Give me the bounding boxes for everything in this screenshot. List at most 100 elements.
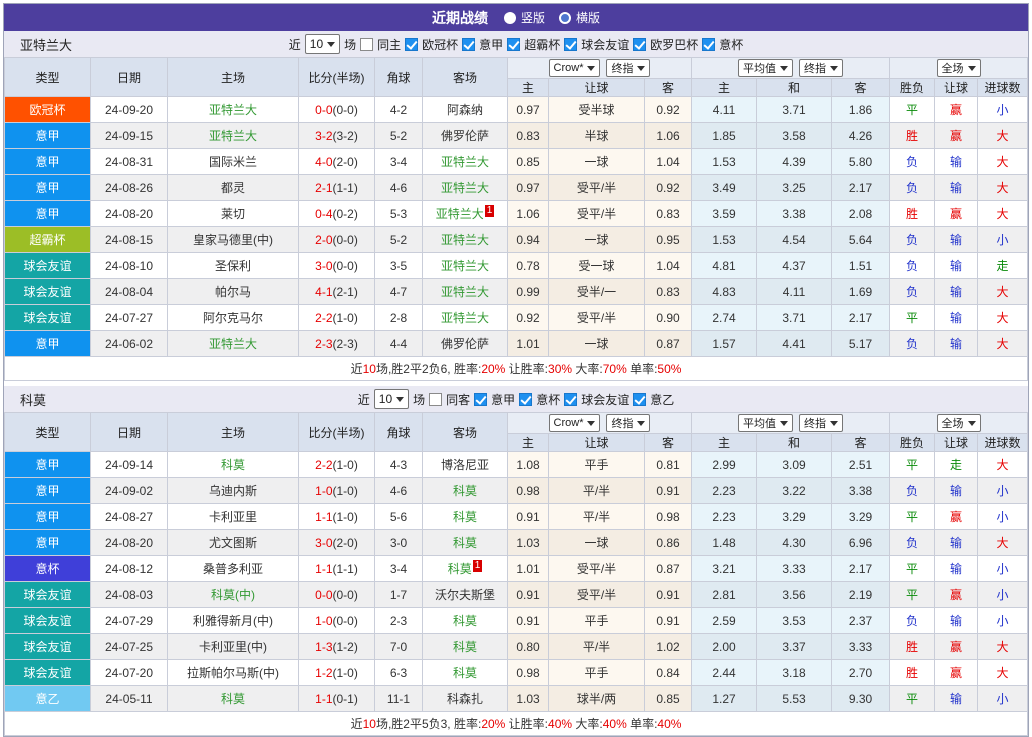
radio-selected-icon[interactable]	[504, 12, 516, 24]
odds-away: 0.83	[645, 201, 692, 227]
league-checkbox[interactable]	[462, 38, 475, 51]
avg-home: 1.27	[692, 686, 757, 712]
odds-home: 0.91	[508, 608, 549, 634]
radio-label: 横版	[576, 9, 600, 26]
league-checkbox[interactable]	[702, 38, 715, 51]
league-checkbox[interactable]	[507, 38, 520, 51]
league-badge: 球会友谊	[5, 582, 91, 608]
league-checkbox[interactable]	[564, 38, 577, 51]
league-checkbox[interactable]	[564, 393, 577, 406]
col-header-away: 客场	[423, 413, 508, 452]
scope-select[interactable]: 全场	[937, 414, 981, 432]
result-value: 输	[950, 259, 962, 273]
league-checkbox[interactable]	[474, 393, 487, 406]
away-team: 佛罗伦萨	[423, 331, 508, 357]
odds-index-select[interactable]: 终指	[606, 414, 650, 432]
odds-handicap: 平/半	[549, 504, 645, 530]
home-team-name: 乌迪内斯	[209, 484, 257, 498]
red-card-badge: 1	[485, 205, 495, 217]
league-badge: 意乙	[5, 686, 91, 712]
match-date: 24-08-20	[91, 201, 168, 227]
match-row: 球会友谊24-07-29利雅得新月(中)1-0(0-0)2-3科莫0.91平手0…	[5, 608, 1028, 634]
avg-draw: 3.29	[757, 504, 832, 530]
result-value: 小	[997, 484, 1009, 498]
fulltime-score: 0-0	[315, 588, 332, 602]
league-checkbox[interactable]	[633, 38, 646, 51]
away-team: 科莫	[423, 660, 508, 686]
home-team-name: 卡利亚里	[209, 510, 257, 524]
match-date: 24-07-20	[91, 660, 168, 686]
fulltime-score: 1-1	[315, 510, 332, 524]
away-team-name: 科莫	[453, 484, 477, 498]
avg-away: 2.17	[832, 556, 890, 582]
scope-dropdown-cell: 全场	[890, 58, 1028, 79]
home-team-name: 圣保利	[215, 259, 251, 273]
avg-dropdown-cell: 平均值 终指	[692, 413, 890, 434]
result-value: 平	[906, 311, 918, 325]
result-value: 输	[950, 181, 962, 195]
result-winloss: 负	[890, 227, 935, 253]
score-cell: 1-2(1-0)	[299, 660, 375, 686]
league-checkbox[interactable]	[519, 393, 532, 406]
odds-source-select[interactable]: Crow*	[549, 59, 601, 77]
avg-away: 6.96	[832, 530, 890, 556]
recent-results-panel: 近期战绩 竖版 横版 亚特兰大 近 10 场 同主 欧冠杯意甲超霸杯球会友谊欧罗…	[3, 3, 1029, 737]
away-team-name: 亚特兰大	[441, 285, 489, 299]
col-header-home: 主场	[168, 413, 299, 452]
odds-index-select[interactable]: 终指	[606, 59, 650, 77]
avg-index-select[interactable]: 终指	[799, 59, 843, 77]
same-venue-checkbox[interactable]	[360, 38, 373, 51]
away-team-name: 科莫	[453, 536, 477, 550]
odds-home: 0.99	[508, 279, 549, 305]
result-value: 小	[997, 103, 1009, 117]
league-checkbox-label: 意乙	[650, 391, 674, 408]
radio-unselected-icon[interactable]	[559, 12, 571, 24]
result-handicap: 输	[935, 305, 978, 331]
odds-away: 0.87	[645, 556, 692, 582]
match-count-select[interactable]: 10	[305, 34, 340, 54]
result-winloss: 负	[890, 530, 935, 556]
league-checkbox[interactable]	[405, 38, 418, 51]
sub-col-header: 让球	[549, 79, 645, 97]
home-team-name: 亚特兰大	[209, 103, 257, 117]
scope-select[interactable]: 全场	[937, 59, 981, 77]
match-row: 球会友谊24-07-27阿尔克马尔2-2(1-0)2-8亚特兰大0.92受平/半…	[5, 305, 1028, 331]
avg-index-select[interactable]: 终指	[799, 414, 843, 432]
match-row: 意乙24-05-11科莫1-1(0-1)11-1科森扎1.03球半/两0.851…	[5, 686, 1028, 712]
league-checkbox-label: 意杯	[719, 36, 743, 53]
league-badge: 球会友谊	[5, 253, 91, 279]
avg-source-value: 平均值	[743, 415, 776, 431]
result-goals: 大	[978, 305, 1028, 331]
home-team: 圣保利	[168, 253, 299, 279]
summary-segment: 40%	[548, 717, 572, 731]
same-venue-checkbox[interactable]	[429, 393, 442, 406]
league-checkbox[interactable]	[633, 393, 646, 406]
match-date: 24-05-11	[91, 686, 168, 712]
result-handicap: 输	[935, 478, 978, 504]
result-goals: 大	[978, 175, 1028, 201]
sub-col-header: 客	[645, 79, 692, 97]
away-team: 博洛尼亚	[423, 452, 508, 478]
avg-source-select[interactable]: 平均值	[738, 414, 793, 432]
radio-option-vertical[interactable]: 竖版	[504, 9, 545, 26]
summary-segment: 近	[351, 362, 363, 376]
fulltime-score: 0-0	[315, 103, 332, 117]
home-team: 尤文图斯	[168, 530, 299, 556]
odds-home: 0.91	[508, 504, 549, 530]
fulltime-score: 2-1	[315, 181, 332, 195]
sub-col-header: 客	[645, 434, 692, 452]
radio-option-horizontal[interactable]: 横版	[559, 9, 600, 26]
odds-source-select[interactable]: Crow*	[549, 414, 601, 432]
result-value: 胜	[906, 640, 918, 654]
league-badge: 意杯	[5, 556, 91, 582]
corners-cell: 2-3	[375, 608, 423, 634]
avg-source-select[interactable]: 平均值	[738, 59, 793, 77]
result-handicap: 输	[935, 331, 978, 357]
result-goals: 小	[978, 227, 1028, 253]
scope-value: 全场	[942, 415, 964, 431]
halftime-score: (0-0)	[333, 233, 358, 247]
odds-home: 0.97	[508, 175, 549, 201]
match-count-select[interactable]: 10	[374, 389, 409, 409]
result-handicap: 赢	[935, 660, 978, 686]
result-goals: 大	[978, 452, 1028, 478]
